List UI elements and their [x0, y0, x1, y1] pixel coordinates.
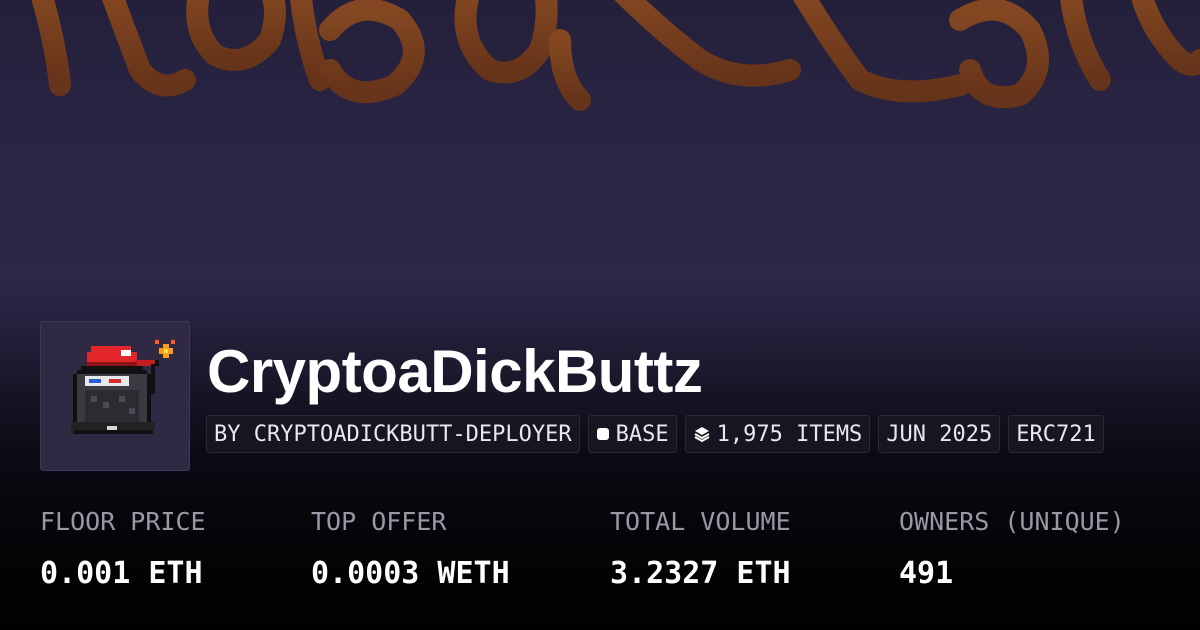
- creator-label: BY CRYPTOADICKBUTT-DEPLOYER: [214, 421, 572, 447]
- stat-label: FLOOR PRICE: [40, 507, 206, 536]
- stat-value: 491: [899, 556, 954, 591]
- collection-meta-chips: BY CRYPTOADICKBUTT-DEPLOYER BASE 1,975 I…: [206, 415, 1104, 453]
- base-chain-icon: [596, 427, 610, 441]
- stat-label: OWNERS (UNIQUE): [899, 507, 1125, 536]
- date-chip[interactable]: JUN 2025: [878, 415, 1001, 453]
- stat-value: 3.2327 ETH: [610, 556, 791, 591]
- date-label: JUN 2025: [886, 421, 993, 447]
- items-label: 1,975 ITEMS: [716, 421, 863, 447]
- banner-artwork: [31, 0, 1200, 111]
- collection-avatar[interactable]: [40, 321, 190, 471]
- stat-label: TOP OFFER: [311, 507, 447, 536]
- stat-value: 0.0003 WETH: [311, 556, 510, 591]
- stat-value: 0.001 ETH: [40, 556, 203, 591]
- stat-total-volume: TOTAL VOLUME 3.2327 ETH: [610, 505, 791, 595]
- stat-owners: OWNERS (UNIQUE) 491: [899, 505, 1125, 595]
- items-chip[interactable]: 1,975 ITEMS: [684, 415, 871, 453]
- pixel-character-image: [71, 340, 175, 434]
- collection-stats: FLOOR PRICE 0.001 ETH TOP OFFER 0.0003 W…: [0, 505, 1200, 605]
- creator-chip[interactable]: BY CRYPTOADICKBUTT-DEPLOYER: [206, 415, 580, 453]
- stat-top-offer: TOP OFFER 0.0003 WETH: [311, 505, 510, 595]
- collection-title: CryptoaDickButtz: [207, 338, 703, 405]
- layers-icon: [693, 425, 711, 443]
- chain-chip[interactable]: BASE: [587, 415, 677, 453]
- stat-floor-price: FLOOR PRICE 0.001 ETH: [40, 505, 206, 595]
- stat-label: TOTAL VOLUME: [610, 507, 791, 536]
- chain-label: BASE: [615, 421, 669, 447]
- standard-chip[interactable]: ERC721: [1008, 415, 1104, 453]
- standard-label: ERC721: [1016, 421, 1096, 447]
